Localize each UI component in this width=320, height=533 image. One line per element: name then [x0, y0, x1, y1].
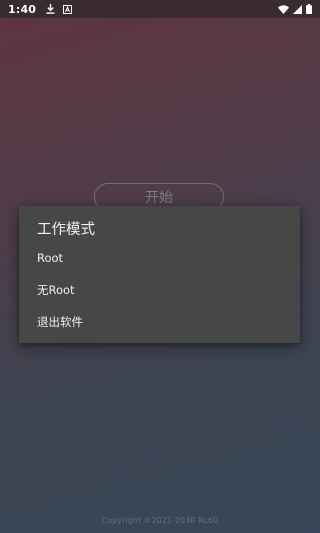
dialog-option-exit[interactable]: 退出软件 [19, 306, 300, 338]
status-time: 1:40 [8, 2, 37, 16]
wifi-icon [278, 4, 289, 14]
dialog-option-label: 退出软件 [37, 315, 83, 329]
dialog-option-label: 无Root [37, 283, 75, 297]
status-notification-icons [46, 4, 73, 14]
work-mode-dialog: 工作模式 Root 无Root 退出软件 [19, 206, 300, 343]
dialog-option-no-root[interactable]: 无Root [19, 274, 300, 306]
copyright-text: Copyright ©2021-2030 RL60 [101, 516, 219, 525]
dialog-option-root[interactable]: Root [19, 242, 300, 274]
dialog-option-label: Root [37, 251, 64, 265]
notification-a-icon [63, 4, 73, 14]
status-bar: 1:40 [0, 0, 320, 18]
cell-signal-icon [293, 4, 302, 14]
battery-icon [306, 4, 312, 14]
status-system-icons [278, 4, 312, 14]
dialog-title: 工作模式 [37, 222, 95, 238]
download-icon [46, 4, 55, 14]
app-screen: 1:40 开始 工作模式 Root 无Root 退出软件 Copyright ©… [0, 0, 320, 533]
